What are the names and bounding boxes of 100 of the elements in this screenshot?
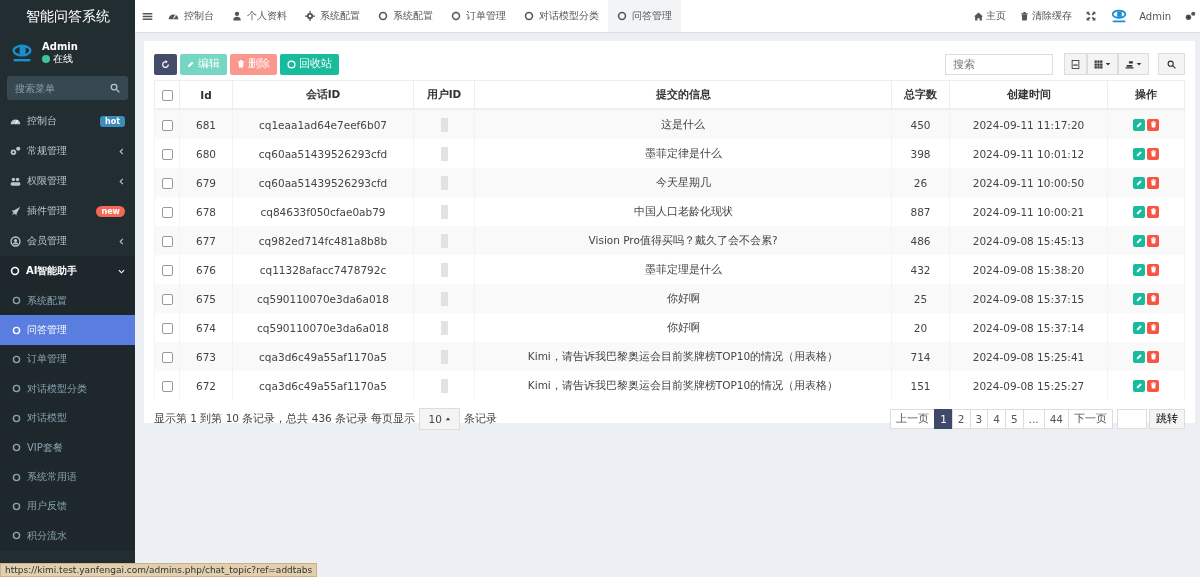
search-button[interactable] xyxy=(1158,53,1185,75)
submenu-item[interactable]: 积分流水 xyxy=(0,521,135,551)
delete-row-button[interactable] xyxy=(1147,350,1159,363)
delete-row-button[interactable] xyxy=(1147,263,1159,276)
edit-row-button[interactable] xyxy=(1133,321,1145,334)
circle-icon xyxy=(10,266,20,276)
page-size-dropdown[interactable]: 10 xyxy=(419,408,460,430)
row-checkbox[interactable] xyxy=(161,148,173,160)
export-button[interactable] xyxy=(1118,53,1149,75)
delete-row-button[interactable] xyxy=(1147,379,1159,392)
sidebar-item[interactable]: AI智能助手 xyxy=(0,256,135,286)
edit-row-button[interactable] xyxy=(1133,118,1145,131)
select-all-checkbox[interactable] xyxy=(161,89,173,101)
pencil-icon xyxy=(1135,150,1143,158)
delete-row-button[interactable] xyxy=(1147,176,1159,189)
nav-tab[interactable]: 问答管理 xyxy=(608,0,681,32)
user-menu[interactable]: Admin xyxy=(1103,7,1178,25)
chevron-icon xyxy=(118,177,125,185)
submenu-item[interactable]: 用户反馈 xyxy=(0,491,135,522)
table-cell: 25 xyxy=(891,284,950,313)
prev-page-button[interactable]: 上一页 xyxy=(890,409,936,429)
search-icon xyxy=(1167,59,1176,69)
jump-button[interactable]: 跳转 xyxy=(1149,409,1185,429)
redacted-block xyxy=(440,204,448,219)
edit-row-button[interactable] xyxy=(1133,176,1145,189)
row-checkbox[interactable] xyxy=(161,264,173,276)
submenu-item[interactable]: 订单管理 xyxy=(0,344,135,375)
row-checkbox[interactable] xyxy=(161,206,173,218)
row-checkbox[interactable] xyxy=(161,293,173,305)
nav-tab[interactable]: 系统配置 xyxy=(296,0,369,32)
next-page-button[interactable]: 下一页 xyxy=(1068,409,1113,429)
submenu-item[interactable]: 对话模型分类 xyxy=(0,374,135,404)
nav-tab[interactable]: 对话模型分类 xyxy=(515,0,608,32)
edit-row-button[interactable] xyxy=(1133,147,1145,160)
table-cell: 486 xyxy=(891,226,950,255)
trash-icon xyxy=(1149,266,1157,274)
circle-icon xyxy=(12,325,21,335)
row-checkbox[interactable] xyxy=(161,322,173,334)
page-number-field[interactable] xyxy=(1117,409,1147,429)
row-checkbox[interactable] xyxy=(161,351,173,363)
table-cell: 2024-09-11 10:00:50 xyxy=(949,168,1108,197)
row-checkbox[interactable] xyxy=(161,235,173,247)
nav-tab[interactable]: 个人资料 xyxy=(223,0,296,32)
edit-row-button[interactable] xyxy=(1133,234,1145,247)
submenu-item[interactable]: 问答管理 xyxy=(0,315,135,345)
edit-row-button[interactable] xyxy=(1133,292,1145,305)
page-button[interactable]: ... xyxy=(1022,409,1045,429)
delete-row-button[interactable] xyxy=(1147,292,1159,305)
sidebar-item[interactable]: 权限管理 xyxy=(0,166,135,196)
row-checkbox[interactable] xyxy=(161,380,173,392)
nav-tab[interactable]: 订单管理 xyxy=(442,0,515,32)
submenu-item[interactable]: VIP套餐 xyxy=(0,432,135,463)
delete-row-button[interactable] xyxy=(1147,234,1159,247)
table-cell: 450 xyxy=(891,109,950,139)
page-button[interactable]: 44 xyxy=(1043,409,1069,429)
chevron-icon xyxy=(118,147,125,155)
page-button[interactable]: 1 xyxy=(934,409,953,429)
table-cell: cq982ed714fc481a8b8b xyxy=(232,226,414,255)
sidebar-item[interactable]: 控制台 hot xyxy=(0,106,135,136)
delete-row-button[interactable] xyxy=(1147,118,1159,131)
delete-row-button[interactable] xyxy=(1147,321,1159,334)
trash-icon xyxy=(1149,237,1157,245)
edit-row-button[interactable] xyxy=(1133,350,1145,363)
row-checkbox[interactable] xyxy=(161,177,173,189)
menu-search-field[interactable]: 搜索菜单 xyxy=(7,76,128,100)
records-summary: 显示第 1 到第 10 条记录，总共 436 条记录 每页显示 xyxy=(154,412,416,426)
search-field[interactable]: 搜索 xyxy=(945,53,1053,75)
edit-row-button[interactable] xyxy=(1133,263,1145,276)
toggle-view-button[interactable] xyxy=(1064,53,1087,75)
delete-row-button[interactable] xyxy=(1147,147,1159,160)
submenu-item[interactable]: 对话模型 xyxy=(0,403,135,433)
table-cell: cqa3d6c49a55af1170a5 xyxy=(232,371,414,400)
table-cell: 673 xyxy=(179,342,233,371)
caret-icon xyxy=(1136,61,1142,67)
circle-icon xyxy=(12,413,21,423)
sidebar-item[interactable]: 插件管理 new xyxy=(0,196,135,226)
home-link[interactable]: 主页 xyxy=(967,9,1014,23)
sidebar-item[interactable]: 会员管理 xyxy=(0,226,135,256)
nav-tab[interactable]: 系统配置 xyxy=(369,0,442,32)
pencil-icon xyxy=(187,60,195,68)
nav-tab[interactable]: 控制台 xyxy=(159,0,223,32)
submenu-item[interactable]: 系统常用语 xyxy=(0,462,135,492)
edit-row-button[interactable] xyxy=(1133,379,1145,392)
row-checkbox[interactable] xyxy=(161,119,173,131)
clear-cache-link[interactable]: 清除缓存 xyxy=(1013,9,1080,23)
sidebar-item[interactable]: 常规管理 xyxy=(0,136,135,166)
table-cell: 677 xyxy=(179,226,233,255)
trash-icon xyxy=(1149,208,1157,216)
menu-badge: new xyxy=(96,205,125,217)
submenu-item[interactable]: 系统配置 xyxy=(0,286,135,316)
user-name: Admin xyxy=(42,40,78,52)
columns-button[interactable] xyxy=(1087,53,1118,75)
pencil-icon xyxy=(1135,324,1143,332)
page-button[interactable]: 4 xyxy=(987,409,1006,429)
table-cell: cq590110070e3da6a018 xyxy=(232,284,414,313)
edit-row-button[interactable] xyxy=(1133,205,1145,218)
refresh-button[interactable] xyxy=(154,53,177,75)
circle-icon xyxy=(451,11,461,21)
delete-row-button[interactable] xyxy=(1147,205,1159,218)
pencil-icon xyxy=(1135,237,1143,245)
